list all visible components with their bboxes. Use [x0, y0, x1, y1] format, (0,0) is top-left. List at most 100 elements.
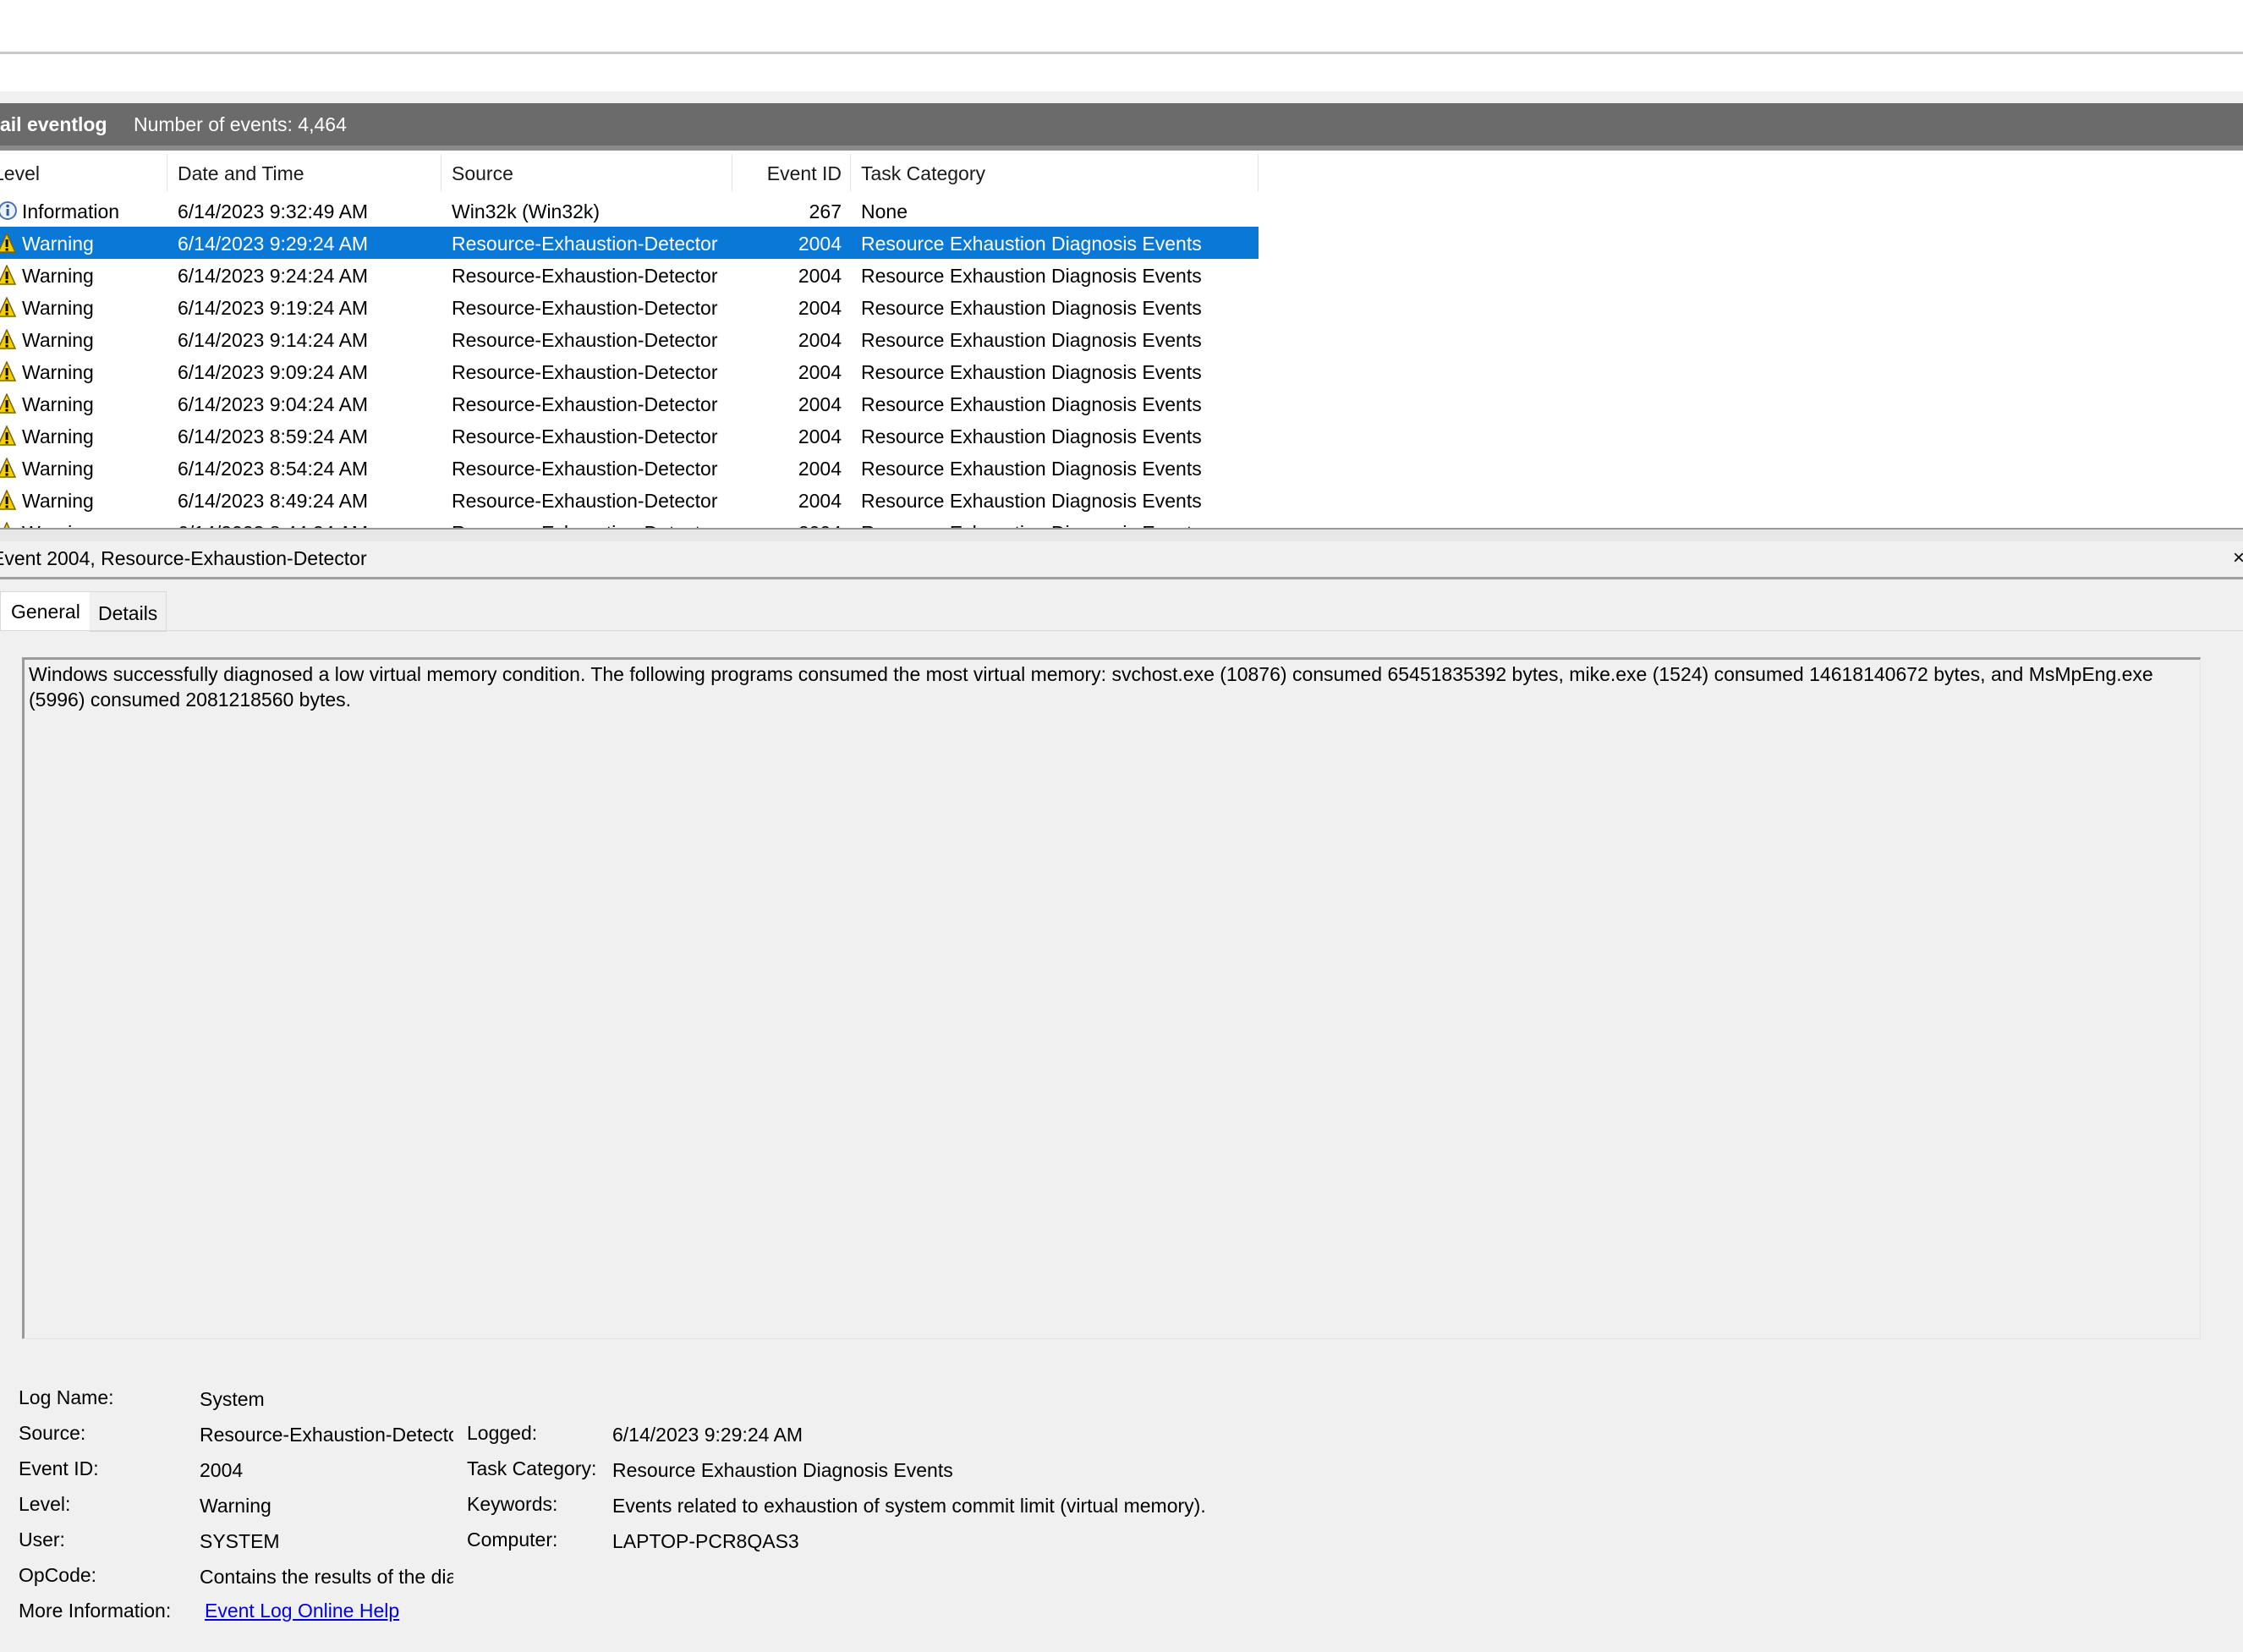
table-row[interactable]: Information 6/14/2023 9:32:49 AM Win32k (W… — [0, 195, 1259, 227]
event-id-cell: 2004 — [798, 297, 842, 319]
more-info-label: More Information: — [19, 1600, 172, 1622]
event-description: Windows successfully diagnosed a low vir… — [29, 663, 2153, 711]
table-row[interactable]: Warning 6/14/2023 8:54:24 AM Resource-Exha… — [0, 452, 1259, 484]
table-row[interactable]: Warning 6/14/2023 9:19:24 AM Resource-Exha… — [0, 291, 1259, 323]
event-id-cell: 2004 — [798, 361, 842, 383]
source-label: Source: — [19, 1422, 86, 1444]
column-header-event-id[interactable]: Event ID — [744, 162, 842, 185]
event-log-online-help-link[interactable]: Event Log Online Help — [205, 1600, 399, 1622]
event-id-cell: 2004 — [798, 233, 842, 255]
task-category-value[interactable]: Resource Exhaustion Diagnosis Events — [612, 1459, 953, 1482]
date-cell: 6/14/2023 8:59:24 AM — [178, 425, 369, 447]
event-id-cell: 2004 — [798, 425, 842, 447]
warning-icon — [0, 328, 19, 349]
table-row[interactable]: Warning 6/14/2023 9:24:24 AM Resource-Exha… — [0, 259, 1259, 291]
computer-value[interactable]: LAPTOP-PCR8QAS3 — [612, 1530, 799, 1553]
source-cell: Resource-Exhaustion-Detector — [452, 393, 718, 415]
computer-label: Computer: — [467, 1529, 558, 1550]
source-cell: Resource-Exhaustion-Detector — [452, 329, 718, 351]
info-icon — [0, 200, 19, 221]
column-header-task-category[interactable]: Task Category — [861, 162, 985, 185]
date-cell: 6/14/2023 9:09:24 AM — [178, 361, 369, 383]
warning-icon — [0, 264, 19, 285]
keywords-value[interactable]: Events related to exhaustion of system c… — [612, 1495, 1206, 1518]
table-row[interactable]: Warning 6/14/2023 9:04:24 AM Resource-Exha… — [0, 387, 1259, 420]
event-list[interactable]: Level Date and Time Source Event ID Task… — [0, 151, 2243, 528]
date-cell: 6/14/2023 9:04:24 AM — [178, 393, 369, 415]
logged-label: Logged: — [467, 1422, 538, 1444]
table-row[interactable]: Warning 6/14/2023 8:49:24 AM Resource-Exha… — [0, 484, 1259, 516]
warning-icon — [0, 360, 19, 381]
event-id-cell: 267 — [809, 200, 842, 222]
source-cell: Resource-Exhaustion-Detector — [452, 361, 718, 383]
event-id-cell: 2004 — [798, 393, 842, 415]
level-cell: Warning — [22, 458, 94, 480]
level-cell: Warning — [22, 361, 94, 383]
detail-pane-header: Event 2004, Resource-Exhaustion-Detector… — [0, 541, 2243, 577]
event-count: Number of events: 4,464 — [134, 113, 347, 135]
close-icon[interactable]: × — [2233, 546, 2243, 570]
table-row[interactable]: Warning 6/14/2023 8:59:24 AM Resource-Exha… — [0, 420, 1259, 452]
level-cell: Warning — [22, 522, 94, 528]
detail-title: Event 2004, Resource-Exhaustion-Detector — [0, 547, 367, 569]
date-cell: 6/14/2023 9:32:49 AM — [178, 200, 369, 222]
level-cell: Warning — [22, 490, 94, 512]
column-header-source[interactable]: Source — [452, 162, 513, 185]
level-label: Level: — [19, 1493, 71, 1515]
table-row[interactable]: Warning 6/14/2023 8:44:24 AM Resource-Exha… — [0, 516, 1259, 528]
source-value[interactable]: Resource-Exhaustion-Detector — [200, 1424, 453, 1446]
task-category-cell: Resource Exhaustion Diagnosis Events — [861, 458, 1202, 480]
opcode-value[interactable]: Contains the results of the diagnosis — [200, 1566, 453, 1589]
task-category-cell: Resource Exhaustion Diagnosis Events — [861, 297, 1202, 319]
warning-icon — [0, 521, 19, 528]
source-cell: Resource-Exhaustion-Detector — [452, 522, 717, 528]
source-cell: Win32k (Win32k) — [452, 200, 601, 222]
level-value[interactable]: Warning — [200, 1495, 271, 1518]
column-header-level[interactable]: Level — [0, 162, 40, 185]
logged-value[interactable]: 6/14/2023 9:29:24 AM — [612, 1424, 803, 1446]
date-cell: 6/14/2023 9:29:24 AM — [178, 233, 369, 255]
event-id-cell: 2004 — [798, 490, 842, 512]
task-category-cell: Resource Exhaustion Diagnosis Events — [861, 361, 1202, 383]
source-cell: Resource-Exhaustion-Detector — [452, 297, 718, 319]
source-cell: Resource-Exhaustion-Detector — [452, 233, 718, 255]
date-cell: 6/14/2023 9:19:24 AM — [178, 297, 369, 319]
log-name-value[interactable]: System — [200, 1388, 265, 1411]
warning-icon — [0, 392, 19, 414]
source-cell: Resource-Exhaustion-Detector — [452, 458, 718, 480]
source-cell: Resource-Exhaustion-Detector — [452, 265, 718, 287]
splitter[interactable] — [0, 530, 2243, 541]
level-cell: Warning — [22, 329, 94, 351]
event-id-cell: 2004 — [798, 329, 842, 351]
event-id-value[interactable]: 2004 — [200, 1459, 243, 1482]
window-top-area — [0, 0, 2243, 52]
table-row[interactable]: Warning 6/14/2023 9:14:24 AM Resource-Exha… — [0, 323, 1259, 355]
date-cell: 6/14/2023 8:54:24 AM — [178, 458, 369, 480]
detail-pane: General Details Windows successfully dia… — [0, 579, 2243, 1652]
level-cell: Warning — [22, 393, 94, 415]
tab-details[interactable]: Details — [90, 591, 167, 632]
opcode-label: OpCode: — [19, 1564, 97, 1586]
warning-icon — [0, 489, 19, 510]
toolbar-strip — [0, 54, 2243, 93]
warning-icon — [0, 425, 19, 446]
level-cell: Warning — [22, 265, 94, 287]
task-category-cell: None — [861, 200, 908, 222]
table-row[interactable]: Warning 6/14/2023 9:09:24 AM Resource-Exha… — [0, 355, 1259, 387]
event-description-box[interactable]: Windows successfully diagnosed a low vir… — [22, 657, 2201, 1339]
event-id-cell: 2004 — [798, 265, 842, 287]
task-category-label: Task Category: — [467, 1457, 597, 1479]
column-separator[interactable] — [1258, 154, 1259, 191]
source-cell: Resource-Exhaustion-Detector — [452, 490, 718, 512]
user-value[interactable]: SYSTEM — [200, 1530, 280, 1553]
column-separator[interactable] — [850, 154, 851, 191]
warning-icon — [0, 457, 19, 478]
tab-general[interactable]: General — [0, 591, 91, 631]
event-id-cell: 2004 — [798, 458, 842, 480]
task-category-cell: Resource Exhaustion Diagnosis Events — [861, 522, 1202, 528]
event-id-label: Event ID: — [19, 1457, 99, 1479]
table-row[interactable]: Warning 6/14/2023 9:29:24 AM Resource-Exha… — [0, 227, 1259, 259]
level-cell: Warning — [22, 297, 94, 319]
column-header-date[interactable]: Date and Time — [178, 162, 304, 185]
source-cell: Resource-Exhaustion-Detector — [452, 425, 718, 447]
